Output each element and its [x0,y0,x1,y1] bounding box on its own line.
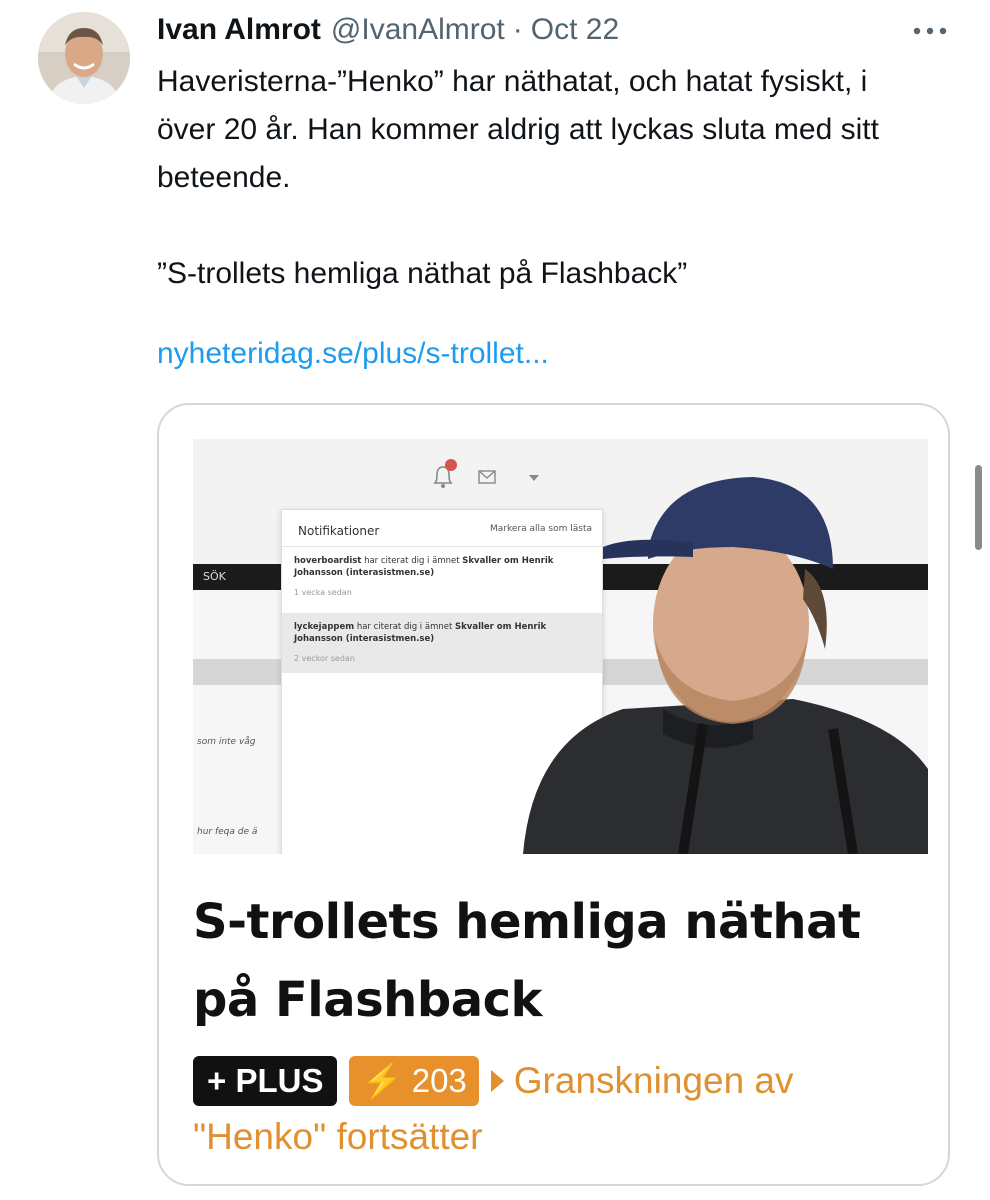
link-preview-card[interactable]: SÖK som inte våg hur feqa de ä Notifikat… [157,403,950,1186]
scrollbar-thumb[interactable] [975,465,982,550]
more-horizontal-icon [913,27,947,35]
avatar[interactable] [38,12,130,104]
man-photo [523,477,928,854]
more-options-button[interactable] [910,16,950,46]
plus-badge: + PLUS [193,1056,338,1107]
separator-dot: · [512,13,523,46]
tweet-text: Haveristerna-”Henko” har näthatat, och h… [157,58,917,298]
card-meta: + PLUS ⚡ 203 Granskningen av "Henko" forts… [193,1052,933,1164]
tweet-date[interactable]: Oct 22 [531,13,619,47]
author-handle[interactable]: @IvanAlmrot [331,13,505,47]
tweet-link[interactable]: nyheteridag.se/plus/s-trollet... [157,330,549,378]
count-badge: ⚡ 203 [349,1056,479,1107]
tweet-header: Ivan Almrot @IvanAlmrot · Oct 22 [157,10,619,50]
card-image: SÖK som inte våg hur feqa de ä Notifikat… [193,439,928,854]
avatar-image [38,12,130,104]
play-arrow-icon [490,1070,504,1093]
author-name[interactable]: Ivan Almrot [157,13,321,47]
tweet-paragraph-2: ”S-trollets hemliga näthat på Flashback” [157,257,688,290]
card-title: S-trollets hemliga näthat på Flashback [193,894,861,1028]
tweet-paragraph-1: Haveristerna-”Henko” har näthatat, och h… [157,65,879,194]
